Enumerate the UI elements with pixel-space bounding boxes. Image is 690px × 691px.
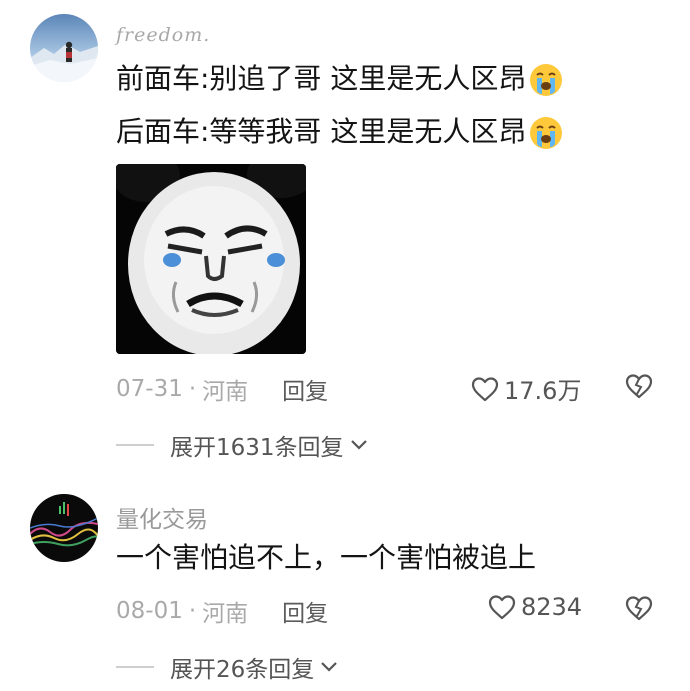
comment-location: 河南 [202,379,249,405]
heart-outline-icon [471,376,499,401]
broken-heart-icon[interactable] [624,594,654,622]
chevron-down-icon [350,440,367,450]
expand-replies-button[interactable]: 展开26条回复 [116,650,338,684]
comment-item: freedom. 前面车:别追了哥 这里是无人区昂 后面车:等等我哥 这里是无人… [0,0,690,470]
username[interactable]: freedom. [116,24,210,46]
comment-date: 07-31 [116,376,183,402]
expand-replies-button[interactable]: 展开1631条回复 [116,428,368,462]
meta-separator: · [188,376,197,402]
comment-item: 量化交易 一个害怕追不上，一个害怕被追上 08-01 · 河南 回复 8234 … [0,470,690,691]
avatar-image [30,14,98,82]
comment-text: 一个害怕追不上，一个害怕被追上 [116,541,537,574]
sticker-image [116,164,306,354]
like-count: 8234 [521,593,583,621]
comment-meta: 07-31 · 河南 回复 [116,372,328,406]
chevron-down-icon [321,662,338,672]
panda-face-meme-sticker[interactable] [116,164,306,354]
comment-meta: 08-01 · 河南 回复 [116,594,328,628]
divider-line [116,666,154,668]
divider-line [116,444,154,446]
username[interactable]: 量化交易 [116,500,208,534]
avatar-image [30,494,98,562]
meta-separator: · [188,598,197,624]
avatar[interactable] [30,14,98,82]
reply-button[interactable]: 回复 [282,594,328,628]
crying-face-emoji [530,64,563,96]
comment-date: 08-01 [116,598,183,624]
like-button[interactable]: 8234 [487,593,582,621]
expand-replies-label: 展开26条回复 [170,657,315,683]
comment-text-line: 后面车:等等我哥 这里是无人区昂 [116,114,564,150]
like-button[interactable]: 17.6万 [470,371,581,406]
comment-location: 河南 [202,601,249,627]
like-count: 17.6万 [504,377,582,405]
broken-heart-icon[interactable] [624,372,654,400]
reply-button[interactable]: 回复 [282,372,328,406]
comment-text-line: 一个害怕追不上，一个害怕被追上 [116,540,536,576]
comment-text: 后面车:等等我哥 这里是无人区昂 [116,115,527,148]
avatar[interactable] [30,494,98,562]
comment-text-line: 前面车:别追了哥 这里是无人区昂 [116,61,564,97]
crying-face-emoji [530,117,563,149]
heart-outline-icon [488,595,516,620]
expand-replies-label: 展开1631条回复 [170,435,344,461]
comment-text: 前面车:别追了哥 这里是无人区昂 [116,62,527,95]
